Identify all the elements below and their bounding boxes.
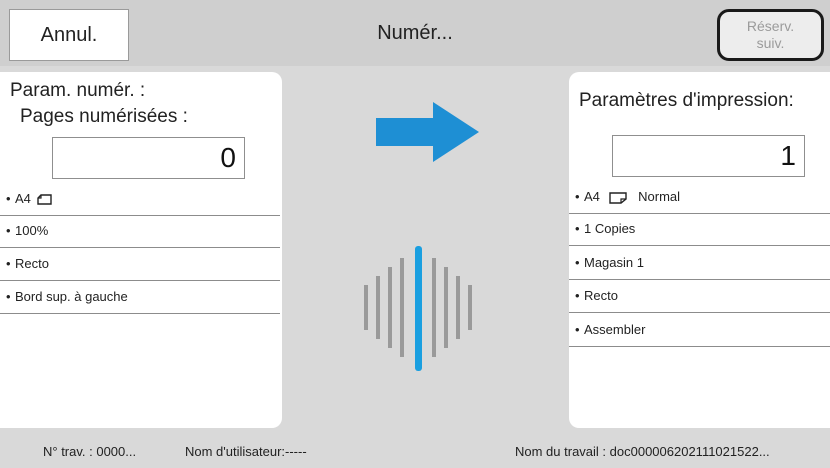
scan-setting-label: 100% — [15, 223, 49, 238]
print-setting-label: 1 Copies — [584, 221, 636, 236]
print-setting-label: Assembler — [584, 322, 646, 337]
print-settings-title: Paramètres d'impression: — [579, 90, 794, 111]
scan-setting-zoom: • 100% — [0, 216, 280, 248]
print-setting-paper-size: • A4 Normal — [569, 182, 830, 214]
scan-setting-label: Recto — [15, 256, 49, 271]
print-setting-label: Magasin 1 — [584, 255, 644, 270]
screen-title: Numér... — [377, 22, 453, 44]
print-setting-label: A4 — [584, 189, 600, 204]
scan-setting-label: Bord sup. à gauche — [15, 289, 128, 304]
scanned-pages-label: Pages numérisées : — [20, 106, 188, 127]
print-setting-sides: • Recto — [569, 281, 830, 313]
printed-pages-counter: 1 — [612, 135, 805, 177]
print-settings-panel: Paramètres d'impression: 1 • A4 Normal • 1… — [569, 72, 830, 428]
print-setting-label: Recto — [584, 288, 618, 303]
print-setting-tray: • Magasin 1 — [569, 248, 830, 280]
user-name-label: Nom d'utilisateur:----- — [185, 444, 307, 459]
print-setting-copies: • 1 Copies — [569, 214, 830, 246]
scanning-progress-icon — [364, 246, 472, 371]
status-footer: N° trav. : 0000... Nom d'utilisateur:---… — [0, 434, 830, 468]
print-setting-collate: • Assembler — [569, 315, 830, 347]
scan-setting-orientation: • Bord sup. à gauche — [0, 282, 280, 314]
job-number-label: N° trav. : 0000... — [43, 444, 137, 459]
scan-setting-label: A4 — [15, 191, 31, 206]
right-arrow-icon — [376, 102, 479, 162]
print-setting-paper-type: Normal — [638, 189, 681, 204]
scan-settings-title: Param. numér. : — [10, 80, 146, 101]
scan-setting-paper-size: • A4 — [0, 184, 280, 216]
scan-settings-panel: Param. numér. : Pages numérisées : 0 • A4… — [0, 72, 282, 428]
scan-setting-sides: • Recto — [0, 249, 280, 281]
reserve-next-button[interactable]: Réserv. suiv. — [717, 9, 824, 61]
cancel-button[interactable]: Annul. — [9, 9, 129, 61]
portrait-page-icon — [608, 191, 627, 204]
scanned-pages-counter: 0 — [52, 137, 245, 179]
job-name-label: Nom du travail : doc000006202111021522..… — [515, 444, 770, 459]
top-bar: Annul. Numér... Réserv. suiv. — [0, 0, 830, 66]
landscape-page-icon — [36, 194, 52, 205]
